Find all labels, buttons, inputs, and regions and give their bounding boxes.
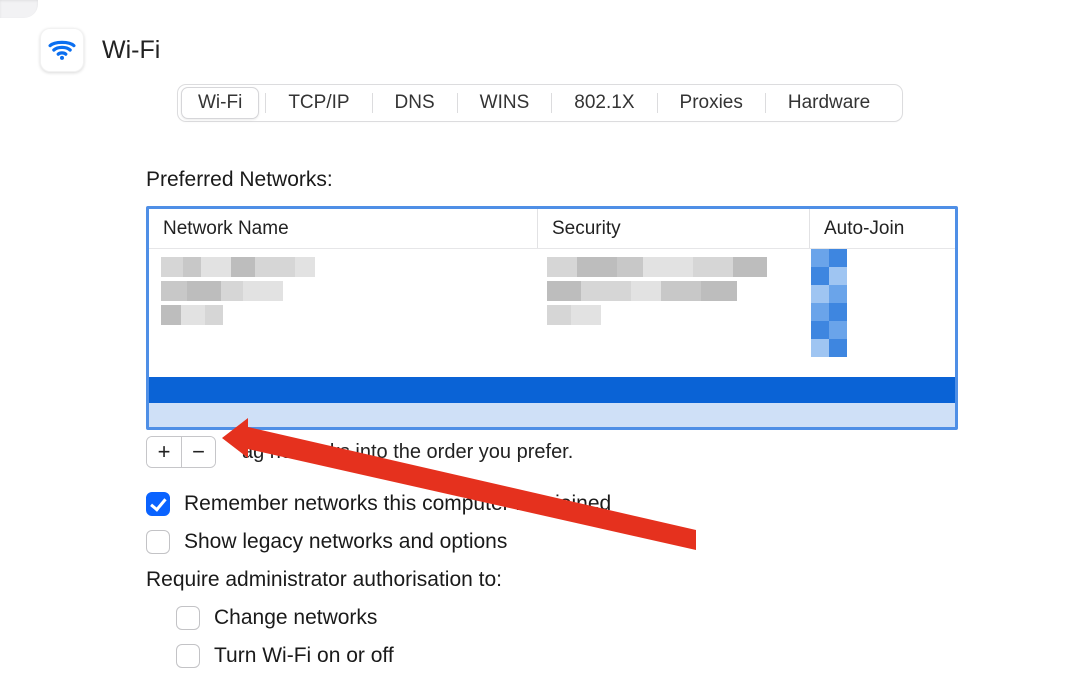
change-networks-checkbox[interactable] xyxy=(176,606,200,630)
preferred-networks-table[interactable]: Network Name Security Auto-Join xyxy=(146,206,958,430)
table-row xyxy=(547,281,737,301)
tab-proxies[interactable]: Proxies xyxy=(664,87,759,119)
remember-networks-option[interactable]: Remember networks this computer has join… xyxy=(146,492,958,516)
table-row-selected[interactable] xyxy=(149,377,955,403)
tab-8021x[interactable]: 802.1X xyxy=(558,87,650,119)
header: Wi-Fi xyxy=(40,28,1080,72)
table-row xyxy=(547,257,767,277)
legacy-networks-checkbox[interactable] xyxy=(146,530,170,554)
remember-networks-label: Remember networks this computer has join… xyxy=(184,492,611,516)
legacy-networks-label: Show legacy networks and options xyxy=(184,530,507,554)
col-network-name[interactable]: Network Name xyxy=(149,209,537,248)
table-body[interactable] xyxy=(149,249,955,427)
add-network-button[interactable]: + xyxy=(147,437,181,467)
tab-separator xyxy=(265,93,266,113)
col-auto-join[interactable]: Auto-Join xyxy=(809,209,955,248)
page-title: Wi-Fi xyxy=(102,36,160,65)
table-row[interactable] xyxy=(149,403,955,427)
tab-tcpip[interactable]: TCP/IP xyxy=(272,87,365,119)
remove-network-button[interactable]: − xyxy=(181,437,215,467)
col-security[interactable]: Security xyxy=(537,209,809,248)
change-networks-option[interactable]: Change networks xyxy=(176,606,958,630)
preferred-networks-label: Preferred Networks: xyxy=(146,168,958,192)
wifi-icon xyxy=(40,28,84,72)
tab-separator xyxy=(372,93,373,113)
table-row xyxy=(547,305,601,325)
tab-wifi[interactable]: Wi-Fi xyxy=(181,87,259,119)
table-row[interactable] xyxy=(161,305,223,325)
turn-wifi-label: Turn Wi-Fi on or off xyxy=(214,644,394,668)
tab-hardware[interactable]: Hardware xyxy=(772,87,886,119)
remember-networks-checkbox[interactable] xyxy=(146,492,170,516)
legacy-networks-option[interactable]: Show legacy networks and options xyxy=(146,530,958,554)
tab-dns[interactable]: DNS xyxy=(379,87,451,119)
tab-wins[interactable]: WINS xyxy=(464,87,546,119)
window-notch xyxy=(0,0,38,18)
tab-bar: Wi-Fi TCP/IP DNS WINS 802.1X Proxies Har… xyxy=(177,84,903,122)
change-networks-label: Change networks xyxy=(214,606,377,630)
require-admin-label: Require administrator authorisation to: xyxy=(146,568,958,592)
tab-separator xyxy=(551,93,552,113)
add-remove-group: + − xyxy=(146,436,216,468)
table-row[interactable] xyxy=(161,257,315,277)
table-header: Network Name Security Auto-Join xyxy=(149,209,955,249)
table-row[interactable] xyxy=(161,281,283,301)
turn-wifi-option[interactable]: Turn Wi-Fi on or off xyxy=(176,644,958,668)
drag-hint: ag networks into the order you prefer. xyxy=(242,441,573,464)
tab-separator xyxy=(657,93,658,113)
tab-separator xyxy=(765,93,766,113)
tab-separator xyxy=(457,93,458,113)
turn-wifi-checkbox[interactable] xyxy=(176,644,200,668)
